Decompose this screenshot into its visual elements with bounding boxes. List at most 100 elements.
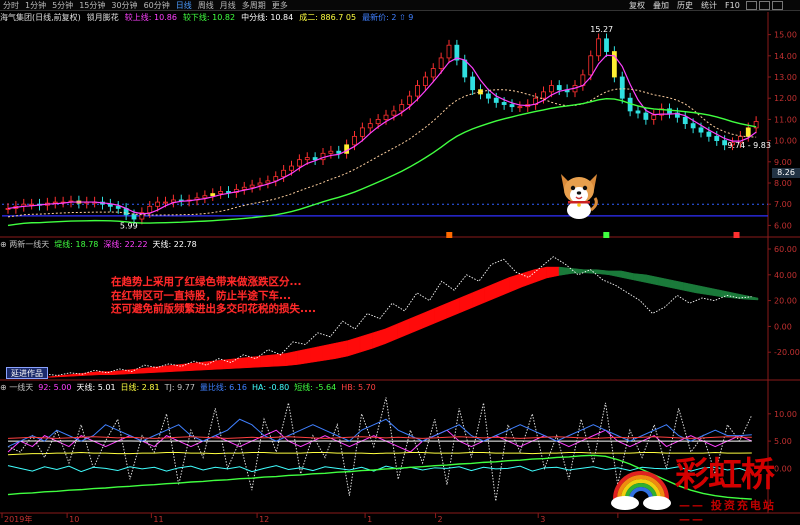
- annotation-line: 在红带区可一直持股，防止半途下车...: [111, 289, 291, 302]
- trend-band-segment: [596, 269, 610, 276]
- trend-band-segment: [645, 274, 659, 286]
- candle: [344, 144, 350, 154]
- annotation-line: 还可避免前版频繁进出多交印花税的损失....: [111, 303, 316, 315]
- candle: [714, 135, 720, 142]
- trend-band-segment: [335, 340, 348, 359]
- trend-band-segment: [708, 287, 721, 298]
- trend-band-segment: [471, 287, 485, 309]
- watermark-subtitle: —— 投资充电站 ——: [679, 499, 776, 525]
- candle: [588, 55, 594, 76]
- trend-band-segment: [670, 279, 684, 291]
- ma-upper-line: [7, 54, 757, 215]
- trend-band-segment: [285, 350, 299, 367]
- candle: [391, 110, 397, 116]
- trend-band-segment: [272, 353, 286, 367]
- trend-band-segment: [384, 323, 398, 345]
- x-tick-label: 3: [540, 515, 545, 524]
- x-tick-label: 2: [438, 515, 443, 524]
- y-tick-label: 60.00: [774, 245, 797, 254]
- price-annotation: 5.99: [120, 222, 138, 231]
- candle: [690, 123, 696, 129]
- signal-marker: [733, 232, 740, 238]
- candle: [281, 169, 287, 178]
- x-tick-label: 1: [367, 515, 372, 524]
- signal-marker: [446, 232, 453, 238]
- signal-marker: [603, 232, 610, 238]
- y-tick-label: 10.00: [774, 410, 797, 419]
- y-tick-label: 15.00: [774, 31, 797, 40]
- candle: [155, 201, 161, 207]
- candle: [210, 193, 216, 197]
- trend-band-segment: [521, 269, 535, 288]
- trend-band-segment: [235, 357, 249, 369]
- trend-band-segment: [422, 307, 435, 329]
- candle: [517, 106, 523, 109]
- trend-band-segment: [745, 295, 759, 301]
- x-tick-label: 2019年: [4, 514, 32, 524]
- candle: [541, 91, 546, 99]
- candle: [304, 157, 310, 161]
- candle: [604, 38, 609, 52]
- y-tick-label: 14.00: [774, 52, 797, 61]
- candle: [682, 116, 688, 125]
- annotation-line: 在趋势上采用了红绿色带来做涨跌区分...: [111, 276, 302, 288]
- y-tick-label: 40.00: [774, 271, 797, 280]
- y-tick-label: 11.00: [774, 115, 797, 124]
- candle: [745, 127, 751, 137]
- mid-panel-button[interactable]: 延进作品: [6, 367, 48, 379]
- trend-band-segment: [173, 363, 187, 372]
- candle: [383, 114, 389, 120]
- candle: [241, 186, 247, 190]
- candle: [328, 150, 334, 154]
- trend-band-segment: [533, 266, 547, 283]
- candle: [462, 59, 468, 78]
- candle: [115, 205, 121, 209]
- candle: [635, 110, 641, 114]
- candle: [485, 93, 491, 99]
- candle: [367, 123, 373, 129]
- trend-band-segment: [409, 313, 423, 334]
- trend-band-segment: [683, 282, 697, 294]
- dog-mascot-icon: [561, 174, 598, 219]
- candle: [218, 191, 224, 194]
- candle: [359, 127, 365, 137]
- y-tick-label: 6.00: [774, 221, 792, 230]
- candle: [651, 114, 657, 120]
- trend-band-segment: [695, 284, 709, 296]
- y-tick-label: -20.00: [774, 348, 800, 357]
- candle: [698, 127, 704, 133]
- trend-band-segment: [136, 367, 150, 374]
- low-panel-button[interactable]: [6, 499, 14, 511]
- candle: [407, 95, 413, 105]
- y-tick-label: 0.00: [774, 322, 792, 331]
- candle: [170, 199, 176, 203]
- candle: [399, 104, 405, 112]
- candle: [147, 205, 153, 214]
- annotation-text: 在趋势上采用了红绿色带来做涨跌区分... 在红带区可一直持股，防止半途下车...…: [111, 276, 316, 317]
- x-tick-label: 11: [153, 515, 163, 524]
- trend-band-segment: [546, 266, 560, 279]
- watermark-title: 彩虹桥: [675, 455, 775, 495]
- x-tick-label: 12: [259, 515, 269, 524]
- price-annotation: 9.74 - 9.83: [727, 141, 771, 150]
- candle: [446, 44, 452, 59]
- y-tick-label: 9.00: [774, 158, 792, 167]
- trend-band-segment: [260, 354, 274, 368]
- trend-band-segment: [496, 277, 510, 298]
- price-annotation: 15.27: [590, 25, 613, 34]
- y-tick-label: 7.00: [774, 200, 792, 209]
- candle: [163, 201, 168, 204]
- y-tick-label: 8.00: [774, 179, 792, 188]
- trend-band-segment: [223, 358, 237, 370]
- candle: [265, 180, 271, 184]
- trend-band-segment: [61, 373, 75, 377]
- trend-band-segment: [434, 302, 448, 324]
- candle: [289, 165, 294, 171]
- trend-band-segment: [459, 292, 473, 314]
- candle: [470, 76, 476, 91]
- candle: [596, 38, 602, 57]
- candle: [556, 85, 562, 91]
- trend-band-segment: [297, 348, 311, 365]
- trend-band-segment: [372, 328, 386, 349]
- candle: [619, 76, 625, 99]
